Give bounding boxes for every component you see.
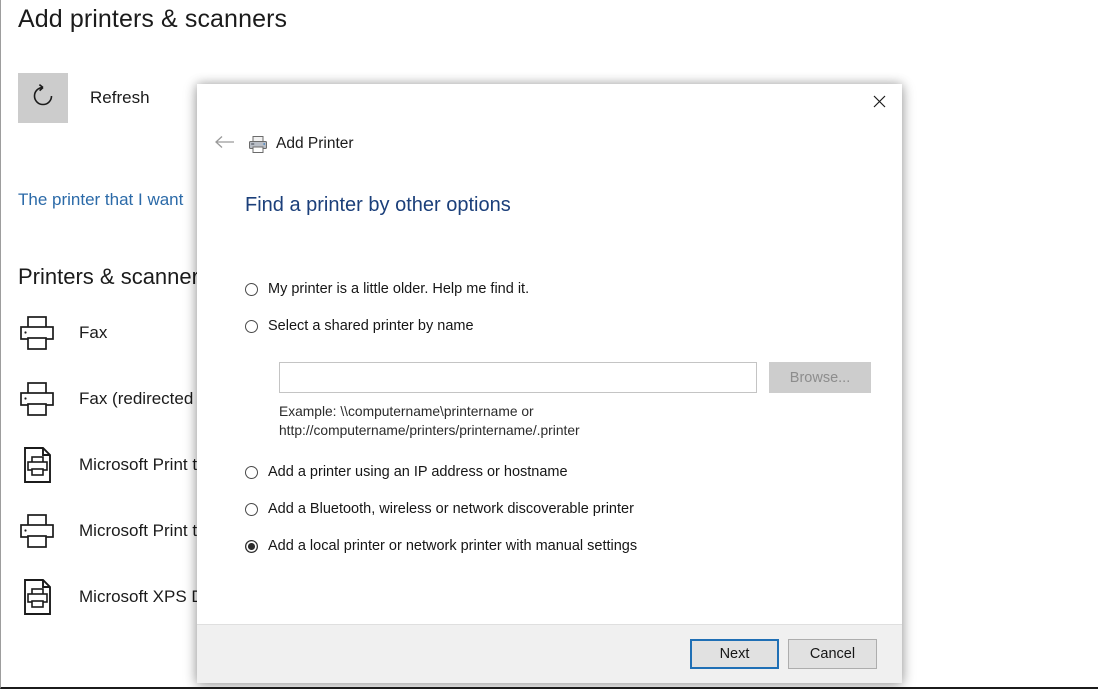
radio-label: Add a local printer or network printer w… xyxy=(268,538,638,554)
radio-icon[interactable] xyxy=(245,283,258,296)
radio-icon[interactable] xyxy=(245,540,258,553)
radio-icon[interactable] xyxy=(245,466,258,479)
radio-option-older-printer[interactable]: My printer is a little older. Help me fi… xyxy=(245,279,885,316)
settings-page: Add printers & scanners Refresh The prin… xyxy=(0,0,1098,689)
close-button[interactable] xyxy=(856,84,902,118)
document-printer-icon xyxy=(15,443,59,487)
printers-section-title: Printers & scanners xyxy=(18,264,210,289)
radio-label: Add a printer using an IP address or hos… xyxy=(268,464,568,480)
dialog-body: My printer is a little older. Help me fi… xyxy=(245,279,885,573)
cancel-button[interactable]: Cancel xyxy=(788,639,877,669)
dialog-nav: Add Printer xyxy=(207,129,354,159)
back-arrow-icon xyxy=(214,135,236,154)
radio-option-ip-or-hostname[interactable]: Add a printer using an IP address or hos… xyxy=(245,462,885,499)
dialog-heading: Find a printer by other options xyxy=(245,194,511,216)
shared-printer-row: Browse... xyxy=(279,362,885,393)
document-printer-icon xyxy=(15,575,59,619)
printer-name: Fax (redirected 2) xyxy=(79,389,214,408)
shared-printer-name-input[interactable] xyxy=(279,362,757,393)
radio-label: My printer is a little older. Help me fi… xyxy=(268,281,530,297)
printer-icon xyxy=(15,311,59,355)
printer-name: Fax xyxy=(79,323,108,342)
printer-icon xyxy=(15,377,59,421)
close-icon xyxy=(873,95,886,108)
shared-printer-example-text: Example: \\computername\printername or h… xyxy=(279,404,580,438)
printer-icon xyxy=(247,133,269,155)
refresh-label: Refresh xyxy=(90,88,150,107)
radio-icon[interactable] xyxy=(245,320,258,333)
dialog-nav-title: Add Printer xyxy=(276,135,354,152)
radio-option-shared-by-name[interactable]: Select a shared printer by name xyxy=(245,316,885,353)
radio-label: Select a shared printer by name xyxy=(268,318,474,334)
radio-label: Add a Bluetooth, wireless or network dis… xyxy=(268,501,634,517)
refresh-button[interactable] xyxy=(18,73,68,123)
radio-option-local-manual[interactable]: Add a local printer or network printer w… xyxy=(245,536,885,573)
page-title: Add printers & scanners xyxy=(18,5,288,33)
refresh-icon xyxy=(29,82,57,115)
browse-button[interactable]: Browse... xyxy=(769,362,871,393)
next-button[interactable]: Next xyxy=(690,639,779,669)
printer-i-want-link[interactable]: The printer that I want xyxy=(18,190,183,210)
add-printer-dialog: Add Printer Find a printer by other opti… xyxy=(197,84,902,683)
printer-icon xyxy=(15,509,59,553)
refresh-row: Refresh xyxy=(18,73,150,123)
back-button[interactable] xyxy=(207,129,243,159)
radio-option-bluetooth-wireless[interactable]: Add a Bluetooth, wireless or network dis… xyxy=(245,499,885,536)
dialog-footer: Next Cancel xyxy=(197,624,902,683)
radio-icon[interactable] xyxy=(245,503,258,516)
